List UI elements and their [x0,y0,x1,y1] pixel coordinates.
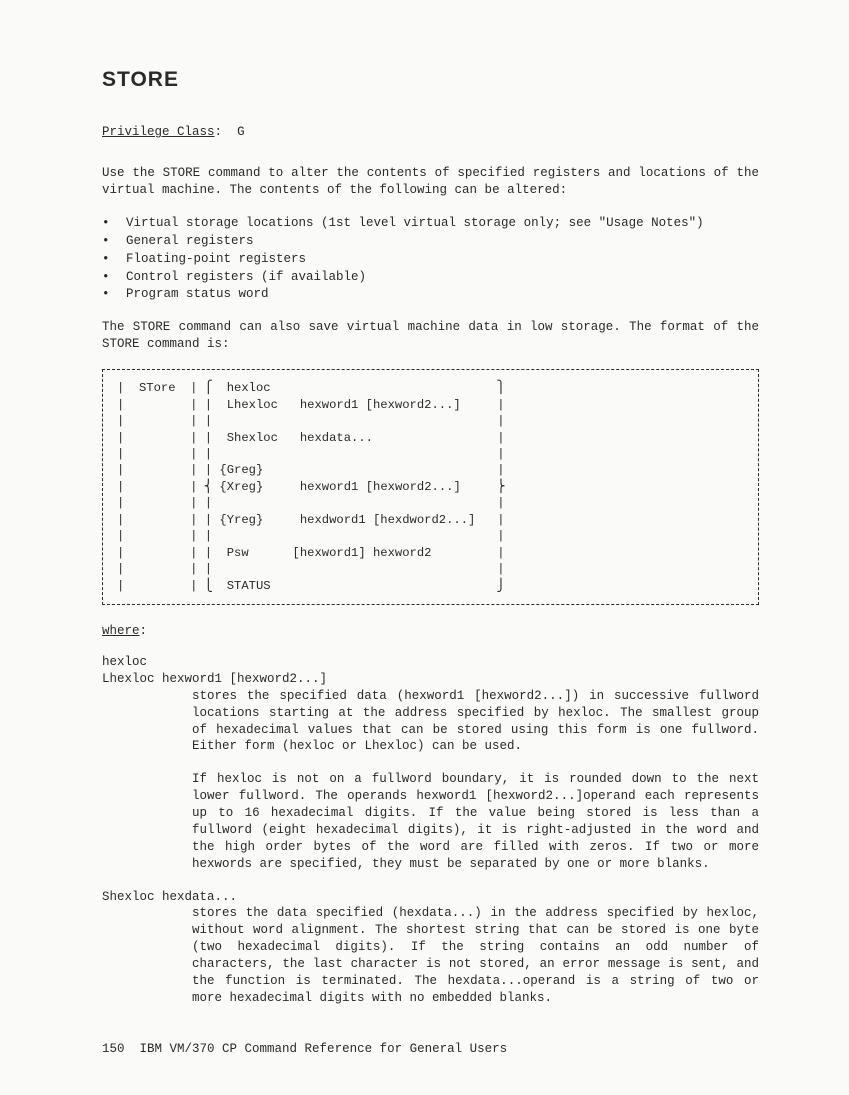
privilege-sep: : [215,125,230,139]
where-heading: where: [102,623,759,640]
operand-hexloc-header1: hexloc [102,654,759,671]
syntax-diagram: | STore | ⎧ hexloc ⎫ | | | Lhexloc hexwo… [102,369,759,605]
operand-shexloc-header: Shexloc hexdata... [102,889,759,906]
list-item: Control registers (if available) [102,269,759,286]
privilege-class-line: Privilege Class: G [102,124,759,141]
list-item: Virtual storage locations (1st level vir… [102,215,759,232]
operand-hexloc-header2: Lhexloc hexword1 [hexword2...] [102,671,759,688]
operand-hexloc-desc2: If hexloc is not on a fullword boundary,… [192,771,759,872]
command-title: STORE [102,66,759,94]
page: STORE Privilege Class: G Use the STORE c… [0,0,849,1088]
footer-text: IBM VM/370 CP Command Reference for Gene… [140,1042,508,1056]
format-paragraph: The STORE command can also save virtual … [102,319,759,353]
operand-shexloc-desc: stores the data specified (hexdata...) i… [192,905,759,1006]
privilege-label: Privilege Class [102,125,215,139]
list-item: Program status word [102,286,759,303]
page-number: 150 [102,1042,125,1056]
operand-hexloc-desc1: stores the specified data (hexword1 [hex… [192,688,759,756]
page-footer: 150 IBM VM/370 CP Command Reference for … [102,1041,759,1058]
privilege-value: G [237,125,245,139]
list-item: General registers [102,233,759,250]
bullet-list: Virtual storage locations (1st level vir… [102,215,759,303]
list-item: Floating-point registers [102,251,759,268]
intro-paragraph: Use the STORE command to alter the conte… [102,165,759,199]
